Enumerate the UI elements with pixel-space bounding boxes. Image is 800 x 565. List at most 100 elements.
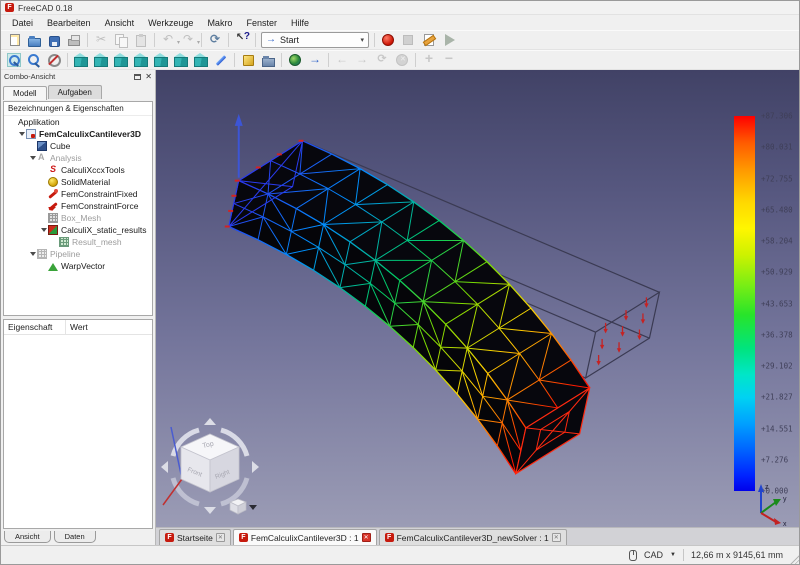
zoom-in-icon xyxy=(422,50,436,67)
nav-forward-button[interactable] xyxy=(352,51,372,69)
nav-arrow-up[interactable] xyxy=(204,418,216,425)
workbench-selector[interactable]: → Start ▾ xyxy=(261,32,369,48)
tab-modell[interactable]: Modell xyxy=(3,86,47,100)
tree-item-warpvector[interactable]: WarpVector xyxy=(4,260,152,272)
whats-this-button[interactable] xyxy=(232,31,252,49)
colorbar-label: +87.306 xyxy=(761,111,793,121)
nav-back-button[interactable] xyxy=(332,51,352,69)
mdi-tab-label: Startseite xyxy=(177,532,213,543)
toolbar-separator xyxy=(87,33,88,47)
view-rear-icon xyxy=(154,53,168,67)
colorbar-label: +65.480 xyxy=(761,205,793,215)
macro-edit-button[interactable] xyxy=(418,31,438,49)
close-tab-icon[interactable]: ✕ xyxy=(361,533,371,542)
mdi-tab-0[interactable]: F Startseite ✕ xyxy=(159,529,231,545)
tree-item-label: Pipeline xyxy=(50,249,81,259)
draw-style-button[interactable] xyxy=(44,51,64,69)
menu-fenster[interactable]: Fenster xyxy=(239,17,284,29)
menu-hilfe[interactable]: Hilfe xyxy=(284,17,316,29)
zoom-in-button[interactable] xyxy=(419,50,439,69)
measure-button[interactable] xyxy=(211,51,231,69)
navigation-cube[interactable]: Top Front Right xyxy=(160,417,260,517)
copy-button[interactable] xyxy=(111,31,131,49)
zoom-out-button[interactable] xyxy=(439,50,459,69)
menu-datei[interactable]: Datei xyxy=(5,17,40,29)
tree-item-femcalculixcantilever3d[interactable]: FemCalculixCantilever3D xyxy=(4,128,152,140)
paste-button[interactable] xyxy=(131,31,151,49)
tree-item-box_mesh[interactable]: Box_Mesh xyxy=(4,212,152,224)
view-top-button[interactable] xyxy=(111,51,131,69)
tab-daten[interactable]: Daten xyxy=(53,531,96,543)
web-forward-button[interactable] xyxy=(305,51,325,69)
zoom-select-button[interactable] xyxy=(24,51,44,69)
nav-arrow-down[interactable] xyxy=(204,507,216,514)
draw-style-icon xyxy=(47,53,61,67)
tree-item-calculix_static_results[interactable]: CalculiX_static_results xyxy=(4,224,152,236)
nav-forward-icon xyxy=(355,52,369,67)
view-front-button[interactable] xyxy=(91,51,111,69)
macro-stop-button[interactable] xyxy=(398,31,418,49)
tree-item-cube[interactable]: Cube xyxy=(4,140,152,152)
nav-style-caret-icon[interactable]: ▼ xyxy=(670,552,676,558)
float-panel-icon[interactable] xyxy=(134,73,142,80)
tree-item-femconstraintfixed[interactable]: FemConstraintFixed xyxy=(4,188,152,200)
web-home-button[interactable] xyxy=(285,51,305,69)
view-bottom-button[interactable] xyxy=(171,51,191,69)
3d-viewport[interactable]: +87.306 +80.031 +72.755 +65.480 +58.204 +50.9… xyxy=(156,70,799,527)
material-icon xyxy=(48,177,58,187)
nav-arrow-right[interactable] xyxy=(252,461,259,473)
view-axonometric-button[interactable] xyxy=(71,51,91,69)
tree-item-femconstraintforce[interactable]: FemConstraintForce xyxy=(4,200,152,212)
menu-bearbeiten[interactable]: Bearbeiten xyxy=(40,17,98,29)
toolbar-macro xyxy=(378,31,458,49)
web-forward-icon xyxy=(308,52,322,67)
chevron-down-icon[interactable] xyxy=(28,156,37,160)
tree-item-analysis[interactable]: Analysis xyxy=(4,152,152,164)
close-tab-icon[interactable]: ✕ xyxy=(215,533,225,542)
analysis-icon xyxy=(37,152,47,163)
chevron-down-icon[interactable] xyxy=(17,132,26,136)
view-left-button[interactable] xyxy=(191,51,211,69)
close-tab-icon[interactable]: ✕ xyxy=(551,533,561,542)
cut-icon xyxy=(94,32,108,47)
print-button[interactable] xyxy=(64,31,84,49)
tree-item-calculixccxtools[interactable]: CalculiXccxTools xyxy=(4,164,152,176)
tab-ansicht[interactable]: Ansicht xyxy=(4,531,51,543)
combo-view-tabs: Modell Aufgaben xyxy=(1,83,155,100)
open-start-button[interactable] xyxy=(238,51,258,69)
tree-item-solidmaterial[interactable]: SolidMaterial xyxy=(4,176,152,188)
close-panel-icon[interactable]: ✕ xyxy=(145,72,152,81)
cut-button[interactable] xyxy=(91,31,111,49)
menu-makro[interactable]: Makro xyxy=(200,17,239,29)
refresh-button[interactable] xyxy=(205,31,225,49)
nav-stop-button[interactable] xyxy=(392,51,412,69)
chevron-down-icon[interactable] xyxy=(39,228,48,232)
nav-style-label[interactable]: CAD xyxy=(644,550,663,560)
warp-icon xyxy=(48,262,58,271)
mdi-tab-2[interactable]: F FemCalculixCantilever3D_newSolver : 1 ✕ xyxy=(378,529,567,545)
macro-record-button[interactable] xyxy=(378,31,398,49)
open-file-button[interactable] xyxy=(24,31,44,49)
nav-refresh-button[interactable] xyxy=(372,51,392,69)
tab-aufgaben[interactable]: Aufgaben xyxy=(47,85,102,99)
macro-edit-icon xyxy=(423,34,434,46)
nav-arrow-left[interactable] xyxy=(161,461,168,473)
macro-play-button[interactable] xyxy=(438,31,458,49)
nav-cube-menu-caret[interactable] xyxy=(249,505,257,510)
mdi-tab-1[interactable]: F FemCalculixCantilever3D : 1 ✕ xyxy=(232,529,377,545)
new-file-button[interactable] xyxy=(4,31,24,49)
chevron-down-icon[interactable] xyxy=(28,252,37,256)
save-file-button[interactable] xyxy=(44,31,64,49)
menu-ansicht[interactable]: Ansicht xyxy=(98,17,142,29)
tree-item-pipeline[interactable]: Pipeline xyxy=(4,248,152,260)
view-right-button[interactable] xyxy=(131,51,151,69)
tree-item-result_mesh[interactable]: Result_mesh xyxy=(4,236,152,248)
view-rear-button[interactable] xyxy=(151,51,171,69)
tree-item-label: Applikation xyxy=(18,117,60,127)
menu-werkzeuge[interactable]: Werkzeuge xyxy=(141,17,200,29)
open-folder-button[interactable] xyxy=(258,51,278,69)
fit-all-button[interactable] xyxy=(4,51,24,69)
tree-item-applikation[interactable]: Applikation xyxy=(4,116,152,128)
undo-button[interactable] xyxy=(158,31,180,49)
redo-button[interactable] xyxy=(178,31,200,49)
